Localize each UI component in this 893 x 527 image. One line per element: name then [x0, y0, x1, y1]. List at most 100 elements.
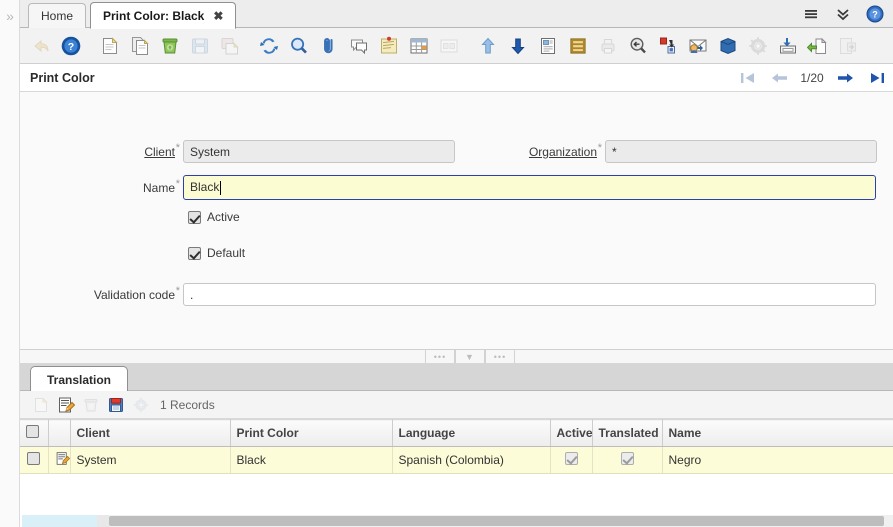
name-required-marker: *	[175, 177, 180, 190]
undo-icon[interactable]	[26, 31, 56, 61]
splitter-handle-left[interactable]: •••	[425, 350, 455, 363]
main-toolbar: ?	[20, 28, 893, 64]
page-title: Print Color	[30, 70, 95, 85]
column-header-active[interactable]: Active	[550, 419, 593, 447]
process-icon[interactable]	[743, 31, 773, 61]
toolbar-separator-3	[464, 31, 473, 61]
column-header-language[interactable]: Language	[392, 419, 551, 447]
active-checkbox[interactable]	[564, 452, 578, 465]
name-label: Name *	[142, 177, 180, 195]
refresh-icon[interactable]	[254, 31, 284, 61]
help-icon[interactable]: ?	[866, 5, 884, 23]
parent-record-icon[interactable]	[473, 31, 503, 61]
name-input-value: Black	[190, 180, 220, 194]
export-icon[interactable]	[773, 31, 803, 61]
content-panel: Print Color 1/20 Client * System Organiz…	[20, 64, 893, 527]
status-indicator	[22, 515, 97, 527]
cell-translated	[592, 446, 663, 474]
edit-record-icon[interactable]	[55, 394, 77, 416]
name-input[interactable]: Black	[183, 175, 876, 200]
window-tab-home[interactable]: Home	[28, 3, 87, 28]
validation-code-required-marker: *	[175, 284, 180, 297]
cell-name: Negro	[662, 446, 893, 474]
horizontal-scrollbar-thumb[interactable]	[109, 516, 884, 526]
pane-splitter[interactable]: ••• ▼ •••	[20, 350, 893, 364]
table-row[interactable]: System Black Spanish (Colombia) Negro	[20, 446, 893, 474]
next-record-button[interactable]	[829, 64, 861, 92]
select-all-checkbox[interactable]	[26, 425, 39, 438]
request-icon[interactable]	[683, 31, 713, 61]
svg-text:?: ?	[68, 40, 74, 52]
print-preview-icon[interactable]	[623, 31, 653, 61]
delete-record-icon[interactable]	[80, 394, 102, 416]
window-tab-print-color[interactable]: Print Color: Black ✖	[90, 2, 237, 29]
splitter-collapse-handle[interactable]: ▼	[455, 350, 485, 363]
translation-table: Client Print Color Language Active Trans…	[20, 419, 893, 474]
edit-record-icon[interactable]	[55, 451, 70, 466]
toolbar-separator-1	[86, 31, 95, 61]
expand-menu-icon[interactable]: »	[2, 8, 18, 24]
copy-record-icon[interactable]	[125, 31, 155, 61]
client-label: Client *	[144, 141, 180, 159]
tab-translation[interactable]: Translation	[30, 366, 129, 392]
translated-checkbox[interactable]	[620, 452, 634, 465]
save-create-icon[interactable]	[215, 31, 245, 61]
exit-icon[interactable]	[833, 31, 863, 61]
select-all-header	[20, 419, 49, 447]
column-header-name[interactable]: Name	[662, 419, 893, 447]
close-tab-icon[interactable]: ✖	[213, 9, 223, 23]
find-icon[interactable]	[284, 31, 314, 61]
chevron-double-down-icon[interactable]	[834, 5, 852, 23]
multi-view-icon[interactable]	[434, 31, 464, 61]
import-icon[interactable]	[803, 31, 833, 61]
organization-input[interactable]	[605, 140, 877, 163]
organization-label: Organization *	[528, 141, 602, 159]
svg-text:?: ?	[872, 10, 878, 20]
print-icon[interactable]	[593, 31, 623, 61]
horizontal-scrollbar[interactable]	[97, 515, 893, 527]
cell-active	[550, 446, 593, 474]
new-record-icon[interactable]	[95, 31, 125, 61]
grid-toggle-icon[interactable]	[404, 31, 434, 61]
last-record-button[interactable]	[861, 64, 893, 92]
attachment-icon[interactable]	[314, 31, 344, 61]
first-record-button[interactable]	[731, 64, 763, 92]
window-tab-strip: Home Print Color: Black ✖ ?	[20, 0, 893, 29]
previous-record-button[interactable]	[763, 64, 795, 92]
window-tab-strip-actions: ?	[802, 0, 893, 28]
splitter-handle-right[interactable]: •••	[485, 350, 515, 363]
note-icon[interactable]	[374, 31, 404, 61]
report-icon[interactable]	[533, 31, 563, 61]
new-record-icon[interactable]	[30, 394, 52, 416]
column-header-print-color[interactable]: Print Color	[230, 419, 393, 447]
archive-icon[interactable]	[563, 31, 593, 61]
validation-code-label: Validation code *	[93, 284, 180, 302]
delete-record-icon[interactable]	[155, 31, 185, 61]
menu-icon[interactable]	[802, 5, 820, 23]
zoom-across-icon[interactable]	[653, 31, 683, 61]
save-icon[interactable]	[105, 394, 127, 416]
chat-icon[interactable]	[344, 31, 374, 61]
window-tab-print-color-label: Print Color: Black	[103, 8, 205, 23]
toolbar-separator-2	[245, 31, 254, 61]
field-row-active: Active	[188, 210, 240, 224]
client-input[interactable]	[183, 140, 455, 163]
default-checkbox[interactable]	[188, 246, 201, 260]
window-header: Print Color 1/20	[20, 64, 893, 92]
tab-translation-label: Translation	[47, 372, 112, 387]
row-select-cell	[20, 446, 49, 474]
save-icon[interactable]	[185, 31, 215, 61]
default-label: Default	[207, 246, 246, 260]
column-header-translated[interactable]: Translated	[592, 419, 663, 447]
row-select-checkbox[interactable]	[27, 452, 41, 465]
process-icon[interactable]	[130, 394, 152, 416]
record-count-label: 1 Records	[160, 397, 215, 412]
column-header-client[interactable]: Client	[70, 419, 231, 447]
product-info-icon[interactable]	[713, 31, 743, 61]
help-icon[interactable]: ?	[56, 31, 86, 61]
active-checkbox[interactable]	[188, 210, 201, 224]
validation-code-input[interactable]	[183, 283, 876, 306]
detail-record-icon[interactable]	[503, 31, 533, 61]
table-header-row: Client Print Color Language Active Trans…	[20, 419, 893, 447]
record-navigation: 1/20	[731, 64, 893, 92]
